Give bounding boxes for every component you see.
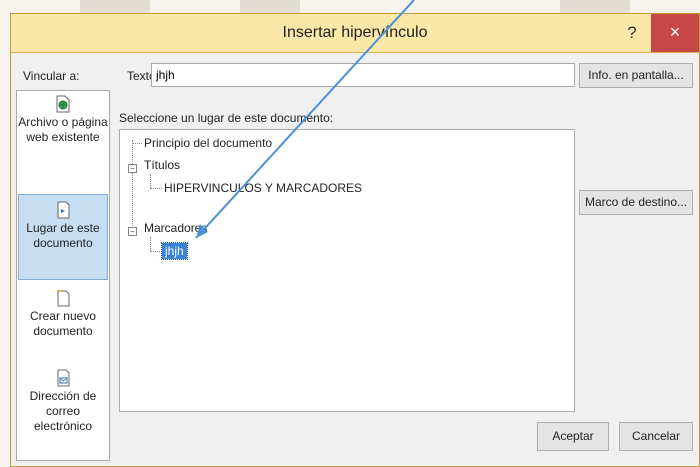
close-button[interactable]: × <box>651 14 699 52</box>
tree-connector <box>132 143 142 144</box>
insert-hyperlink-dialog: Insertar hipervínculo ? × Vincular a: Ar… <box>10 13 700 467</box>
tree-connector <box>150 188 162 189</box>
tree-item-bookmark-selected[interactable]: jhjh <box>161 242 188 260</box>
sidebar-item-label: Archivo o página web existente <box>18 115 108 144</box>
sidebar-item-label: Lugar de este documento <box>26 221 100 250</box>
help-button[interactable]: ? <box>619 20 645 46</box>
document-places-tree[interactable]: Principio del documento − Títulos HIPERV… <box>119 129 575 412</box>
target-frame-button[interactable]: Marco de destino... <box>579 190 693 215</box>
link-to-label: Vincular a: <box>23 69 80 83</box>
new-document-icon <box>57 289 70 307</box>
tree-item-heading[interactable]: HIPERVINCULOS Y MARCADORES <box>164 181 362 195</box>
tree-connector <box>132 140 133 226</box>
collapse-icon[interactable]: − <box>128 164 137 173</box>
cancel-button[interactable]: Cancelar <box>619 422 693 451</box>
sidebar-item-new-document[interactable]: Crear nuevo documento <box>18 289 108 359</box>
select-place-label: Seleccione un lugar de este documento: <box>119 111 334 125</box>
sidebar-item-email-address[interactable]: Dirección de correo electrónico <box>18 369 108 457</box>
document-place-icon <box>57 201 70 219</box>
sidebar-item-label: Dirección de correo electrónico <box>29 389 97 433</box>
email-document-icon <box>57 369 70 387</box>
link-to-sidebar: Archivo o página web existente Lugar de … <box>16 90 110 461</box>
tree-connector <box>150 237 151 251</box>
text-input[interactable] <box>151 63 575 87</box>
sidebar-item-this-document[interactable]: Lugar de este documento <box>18 194 108 280</box>
sidebar-item-existing-file[interactable]: Archivo o página web existente <box>18 95 108 181</box>
dialog-titlebar[interactable]: Insertar hipervínculo ? × <box>11 14 699 53</box>
sidebar-item-label: Crear nuevo documento <box>29 309 97 338</box>
ok-button[interactable]: Aceptar <box>537 422 609 451</box>
tree-item-document-start[interactable]: Principio del documento <box>144 136 272 150</box>
tree-connector <box>150 174 151 188</box>
collapse-icon[interactable]: − <box>128 227 137 236</box>
dialog-title: Insertar hipervínculo <box>282 24 428 41</box>
tree-item-headings[interactable]: Títulos <box>144 158 180 172</box>
screentip-button[interactable]: Info. en pantalla... <box>579 63 693 88</box>
tree-item-bookmarks[interactable]: Marcadores <box>144 221 207 235</box>
tree-connector <box>150 251 162 252</box>
web-page-icon <box>56 95 70 113</box>
